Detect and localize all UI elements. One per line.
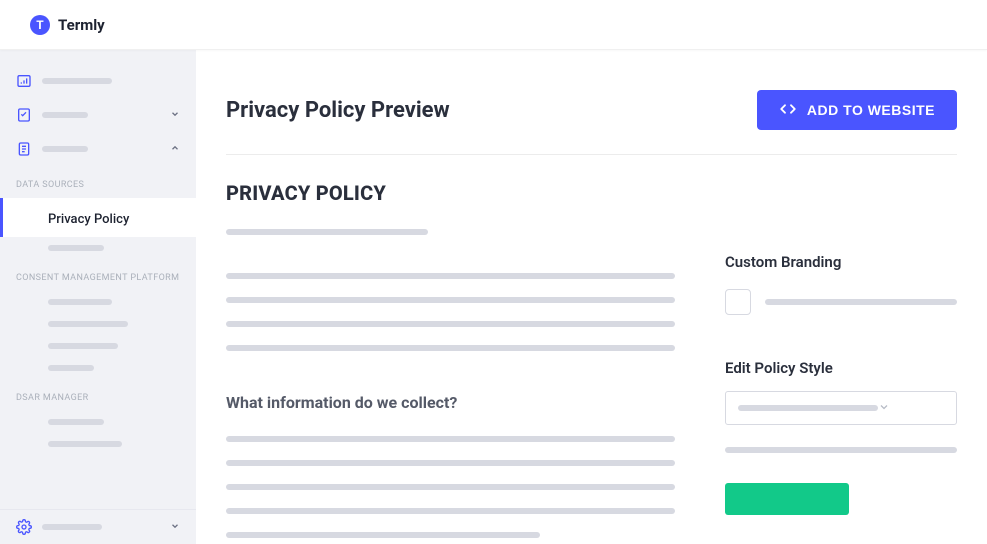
policy-section-heading: What information do we collect? [226, 393, 675, 412]
style-section: Edit Policy Style [725, 359, 957, 519]
placeholder-line [48, 245, 104, 251]
brand-logo[interactable]: T Termly [30, 15, 105, 35]
brand-badge-letter: T [36, 18, 43, 32]
placeholder-line [48, 321, 128, 327]
placeholder-line [48, 299, 112, 305]
code-icon [779, 100, 797, 121]
sidebar-item-placeholder[interactable] [0, 291, 196, 313]
policy-preview: PRIVACY POLICY What information do we co… [226, 155, 675, 544]
sidebar-bottom [0, 509, 196, 544]
custom-branding-label: Custom Branding [725, 253, 957, 271]
sidebar-item-placeholder[interactable] [0, 357, 196, 379]
branding-section: Custom Branding [725, 253, 957, 315]
placeholder-line [48, 419, 104, 425]
brand-badge-icon: T [30, 15, 50, 35]
sidebar-item-placeholder[interactable] [0, 335, 196, 357]
apply-style-button[interactable] [725, 483, 849, 515]
custom-branding-checkbox[interactable] [725, 289, 751, 315]
dashboard-icon [16, 73, 32, 89]
placeholder-line [226, 508, 675, 514]
page-title-row: Privacy Policy Preview ADD TO WEBSITE [226, 90, 957, 155]
nav-group-dsar: DSAR MANAGER [0, 383, 196, 409]
placeholder-line [725, 447, 957, 453]
policy-heading: PRIVACY POLICY [226, 181, 675, 205]
sidebar-item-placeholder[interactable] [0, 237, 196, 259]
app-header: T Termly [0, 0, 987, 50]
placeholder-line [48, 365, 94, 371]
add-to-website-button[interactable]: ADD TO WEBSITE [757, 90, 957, 130]
sidebar-top: DATA SOURCES Privacy Policy CONSENT MANA… [0, 50, 196, 509]
content-area: Privacy Policy Preview ADD TO WEBSITE PR… [196, 50, 987, 544]
placeholder-line [48, 441, 122, 447]
placeholder-line [226, 273, 675, 279]
sidebar-item-label: Privacy Policy [48, 212, 129, 227]
placeholder-line [226, 436, 675, 442]
placeholder-line [226, 321, 675, 327]
subnav-data-sources: Privacy Policy [0, 196, 196, 263]
placeholder-line [738, 405, 878, 411]
document-icon [16, 141, 32, 157]
placeholder-line [48, 343, 118, 349]
nav-item-consent[interactable] [0, 98, 196, 132]
nav-primary [0, 50, 196, 170]
chevron-down-icon [878, 401, 890, 416]
nav-item-settings[interactable] [0, 510, 196, 544]
nav-item-placeholder [42, 78, 112, 84]
checklist-icon [16, 107, 32, 123]
nav-item-dashboard[interactable] [0, 64, 196, 98]
placeholder-line [226, 484, 675, 490]
nav-item-placeholder [42, 146, 88, 152]
nav-group-data-sources: DATA SOURCES [0, 170, 196, 196]
sidebar-item-placeholder[interactable] [0, 433, 196, 455]
nav-item-placeholder [42, 112, 88, 118]
gear-icon [16, 519, 32, 535]
subnav-dsar [0, 409, 196, 459]
sidebar-item-placeholder[interactable] [0, 313, 196, 335]
chevron-down-icon [170, 109, 180, 122]
nav-group-cmp: CONSENT MANAGEMENT PLATFORM [0, 263, 196, 289]
brand-name: Termly [58, 16, 105, 34]
placeholder-line [226, 460, 675, 466]
placeholder-line [226, 345, 675, 351]
sidebar-item-privacy-policy[interactable]: Privacy Policy [0, 198, 196, 237]
chevron-down-icon [170, 521, 180, 534]
sidebar-item-placeholder[interactable] [0, 411, 196, 433]
add-button-label: ADD TO WEBSITE [807, 102, 935, 118]
sidebar: DATA SOURCES Privacy Policy CONSENT MANA… [0, 50, 196, 544]
edit-style-label: Edit Policy Style [725, 359, 957, 377]
chevron-up-icon [170, 143, 180, 156]
nav-item-placeholder [42, 524, 102, 530]
policy-style-select[interactable] [725, 391, 957, 425]
main-layout: DATA SOURCES Privacy Policy CONSENT MANA… [0, 50, 987, 544]
placeholder-line [226, 297, 675, 303]
page-title: Privacy Policy Preview [226, 98, 450, 123]
placeholder-line [765, 299, 957, 305]
nav-item-policies[interactable] [0, 132, 196, 166]
subnav-cmp [0, 289, 196, 383]
settings-column: Custom Branding Edit Policy Style [725, 155, 957, 544]
placeholder-line [226, 532, 540, 538]
